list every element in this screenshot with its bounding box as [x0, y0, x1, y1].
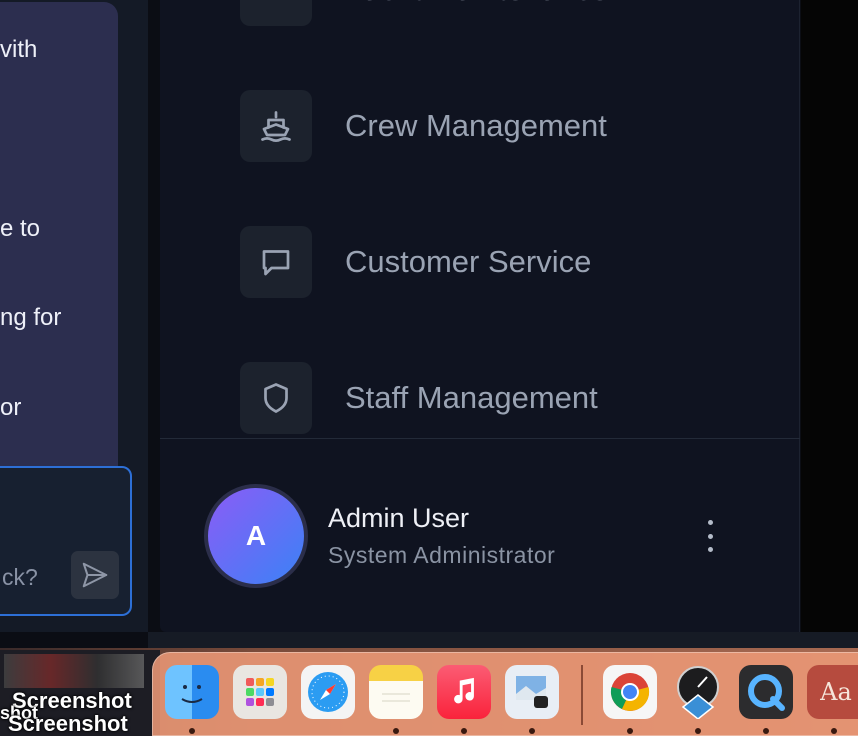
menu-item-label: Staff Management — [345, 380, 598, 415]
dictionary-glyph: Aa — [820, 678, 852, 706]
message-square-icon — [240, 226, 312, 298]
shield-icon — [240, 362, 312, 434]
quicktime-icon[interactable] — [739, 665, 793, 719]
menu-item-yacht-maintenance[interactable]: Yacht Maintenance — [240, 0, 608, 26]
wrench-icon — [240, 0, 312, 26]
preview-icon[interactable] — [505, 665, 559, 719]
chat-line: e to — [0, 215, 41, 242]
user-role: System Administrator — [328, 542, 556, 568]
chat-panel: vith e to ng for or ck? — [0, 0, 148, 632]
send-button[interactable] — [71, 551, 119, 599]
running-indicator — [529, 728, 535, 734]
safari-icon[interactable] — [301, 665, 355, 719]
dock: Aa — [152, 652, 858, 736]
running-indicator — [763, 728, 769, 734]
running-indicator — [695, 728, 701, 734]
user-info: Admin User System Administrator — [328, 503, 555, 569]
chat-line: or — [0, 394, 22, 421]
avatar[interactable]: A — [204, 484, 308, 588]
menu-item-label: Yacht Maintenance — [345, 0, 608, 8]
chat-message-bubble: vith e to ng for or — [0, 2, 118, 480]
more-options-icon[interactable] — [700, 520, 720, 552]
instruments-icon[interactable] — [671, 665, 725, 719]
ship-icon — [240, 90, 312, 162]
menu-item-crew-management[interactable]: Crew Management — [240, 90, 607, 162]
menu-item-customer-service[interactable]: Customer Service — [240, 226, 591, 298]
screenshot-preview — [4, 654, 144, 688]
running-indicator — [189, 728, 195, 734]
chat-line: ng for — [0, 304, 62, 331]
finder-icon[interactable] — [165, 665, 219, 719]
running-indicator — [627, 728, 633, 734]
menu-item-label: Customer Service — [345, 244, 592, 279]
menu-item-label: Crew Management — [345, 108, 607, 143]
running-indicator — [393, 728, 399, 734]
dictionary-icon[interactable]: Aa — [807, 665, 858, 719]
running-indicator — [831, 728, 837, 734]
divider — [160, 438, 800, 439]
sidebar-menu: Yacht Maintenance Crew Management Custom… — [160, 0, 800, 632]
dock-separator — [581, 665, 583, 725]
user-name: Admin User — [328, 503, 470, 533]
launchpad-icon[interactable] — [233, 665, 287, 719]
user-profile[interactable]: A Admin User System Administrator — [204, 484, 555, 588]
background-window — [801, 0, 858, 632]
screen: vith e to ng for or ck? Yacht Maintenanc… — [0, 0, 858, 736]
chat-input-placeholder: ck? — [2, 564, 38, 590]
chat-input[interactable]: ck? — [0, 466, 132, 616]
chrome-icon[interactable] — [603, 665, 657, 719]
music-icon[interactable] — [437, 665, 491, 719]
notes-icon[interactable] — [369, 665, 423, 719]
desktop-file-label[interactable]: Screenshot — [8, 711, 128, 736]
chat-line: vith — [0, 36, 38, 63]
send-icon — [82, 562, 108, 588]
menu-item-staff-management[interactable]: Staff Management — [240, 362, 598, 434]
running-indicator — [461, 728, 467, 734]
